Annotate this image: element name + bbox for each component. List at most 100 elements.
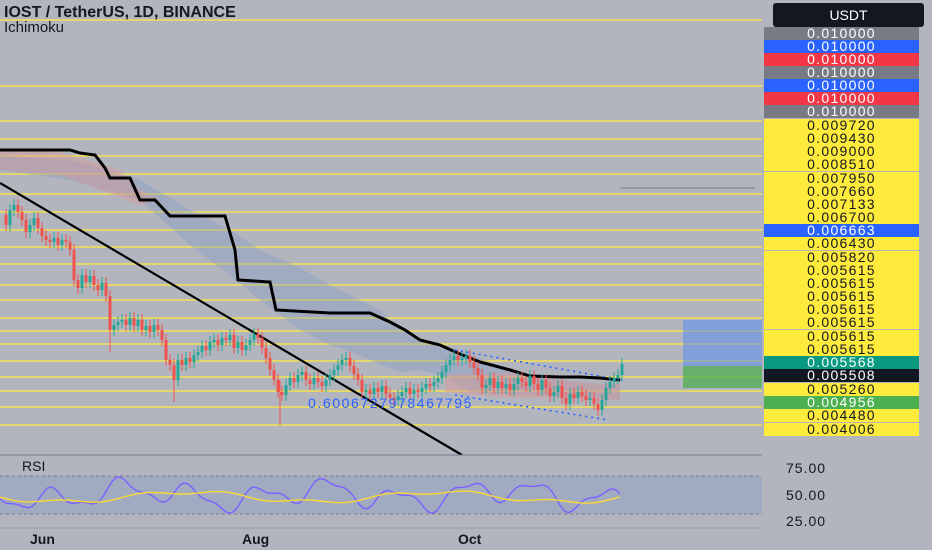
- candle-body: [592, 398, 596, 404]
- candle-body: [60, 240, 64, 245]
- candle-body: [44, 236, 48, 240]
- candle-body: [604, 388, 608, 400]
- candle-body: [216, 340, 220, 345]
- candle-body: [108, 296, 112, 330]
- candle-body: [240, 342, 244, 350]
- rsi-axis-label: 75.00: [786, 460, 827, 476]
- candle-body: [100, 283, 104, 290]
- candle-body: [332, 370, 336, 375]
- candle-body: [488, 378, 492, 385]
- candle-body: [352, 366, 356, 374]
- candle-body: [364, 390, 368, 392]
- indicator-label[interactable]: Ichimoku: [4, 19, 64, 36]
- candle-body: [508, 384, 512, 390]
- candle-body: [184, 358, 188, 365]
- candle-body: [368, 390, 372, 394]
- candle-body: [176, 360, 180, 380]
- candle-body: [228, 335, 232, 340]
- candle-body: [348, 358, 352, 366]
- candle-body: [300, 372, 304, 375]
- candle-body: [48, 240, 52, 242]
- candle-body: [132, 318, 136, 326]
- candle-body: [380, 386, 384, 392]
- candle-body: [244, 345, 248, 350]
- candle-body: [512, 384, 516, 390]
- candle-body: [288, 378, 292, 385]
- candle-body: [472, 362, 476, 368]
- rsi-axis-label: 50.00: [786, 487, 827, 503]
- candle-body: [584, 396, 588, 400]
- candle-body: [328, 375, 332, 380]
- candle-body: [440, 372, 444, 378]
- candle-body: [20, 212, 24, 220]
- candle-body: [436, 378, 440, 382]
- candle-body: [596, 404, 600, 410]
- candle-body: [356, 374, 360, 380]
- candle-body: [268, 358, 272, 370]
- candle-body: [616, 375, 620, 378]
- candle-body: [256, 334, 260, 338]
- candle-body: [428, 384, 432, 386]
- candle-body: [16, 205, 20, 212]
- candle-body: [212, 340, 216, 342]
- candle-body: [252, 334, 256, 340]
- rsi-label[interactable]: RSI: [22, 458, 45, 474]
- candle-body: [308, 380, 312, 384]
- candle-body: [140, 320, 144, 330]
- candle-body: [264, 348, 268, 358]
- candle-body: [224, 338, 228, 340]
- candle-body: [520, 378, 524, 382]
- candle-body: [540, 380, 544, 390]
- candle-body: [148, 326, 152, 332]
- chart-window: 0.6006727978467795 IOST / TetherUS, 1D, …: [0, 0, 932, 550]
- candle-body: [336, 365, 340, 370]
- candle-body: [188, 358, 192, 362]
- candle-body: [612, 378, 616, 382]
- candle-body: [528, 376, 532, 386]
- candle-body: [620, 364, 624, 375]
- candle-body: [464, 356, 468, 358]
- candle-body: [500, 382, 504, 388]
- candle-body: [208, 342, 212, 350]
- candle-body: [544, 380, 548, 388]
- candle-body: [144, 326, 148, 330]
- candle-body: [160, 330, 164, 340]
- candle-body: [580, 392, 584, 396]
- candle-body: [340, 360, 344, 365]
- time-axis-label: Oct: [458, 531, 482, 547]
- candle-body: [496, 382, 500, 388]
- candle-body: [56, 238, 60, 245]
- candle-body: [156, 325, 160, 330]
- candle-body: [484, 385, 488, 388]
- candle-body: [80, 275, 84, 288]
- candle-body: [28, 225, 32, 232]
- rsi-axis-label: 25.00: [786, 513, 827, 529]
- candle-body: [448, 360, 452, 365]
- position-target-box: [683, 320, 762, 366]
- candle-body: [476, 368, 480, 375]
- candle-body: [516, 378, 520, 384]
- candle-body: [344, 358, 348, 360]
- candle-body: [192, 355, 196, 362]
- candle-body: [576, 392, 580, 398]
- candle-body: [316, 378, 320, 382]
- candle-body: [312, 378, 316, 384]
- candle-body: [196, 352, 200, 355]
- candle-body: [168, 360, 172, 365]
- candle-body: [320, 382, 324, 386]
- candle-body: [536, 384, 540, 390]
- candle-body: [8, 210, 12, 225]
- candle-body: [564, 398, 568, 404]
- candle-body: [408, 388, 412, 394]
- candle-body: [40, 228, 44, 236]
- candle-body: [116, 322, 120, 325]
- candle-body: [376, 388, 380, 392]
- candle-body: [384, 386, 388, 394]
- currency-button[interactable]: USDT: [773, 3, 924, 27]
- candle-body: [64, 240, 68, 242]
- price-label: 0.004006: [764, 422, 919, 436]
- candle-body: [276, 380, 280, 392]
- fib-level-label: 0.6006727978467795: [308, 395, 473, 411]
- candle-body: [324, 380, 328, 386]
- candle-body: [284, 385, 288, 395]
